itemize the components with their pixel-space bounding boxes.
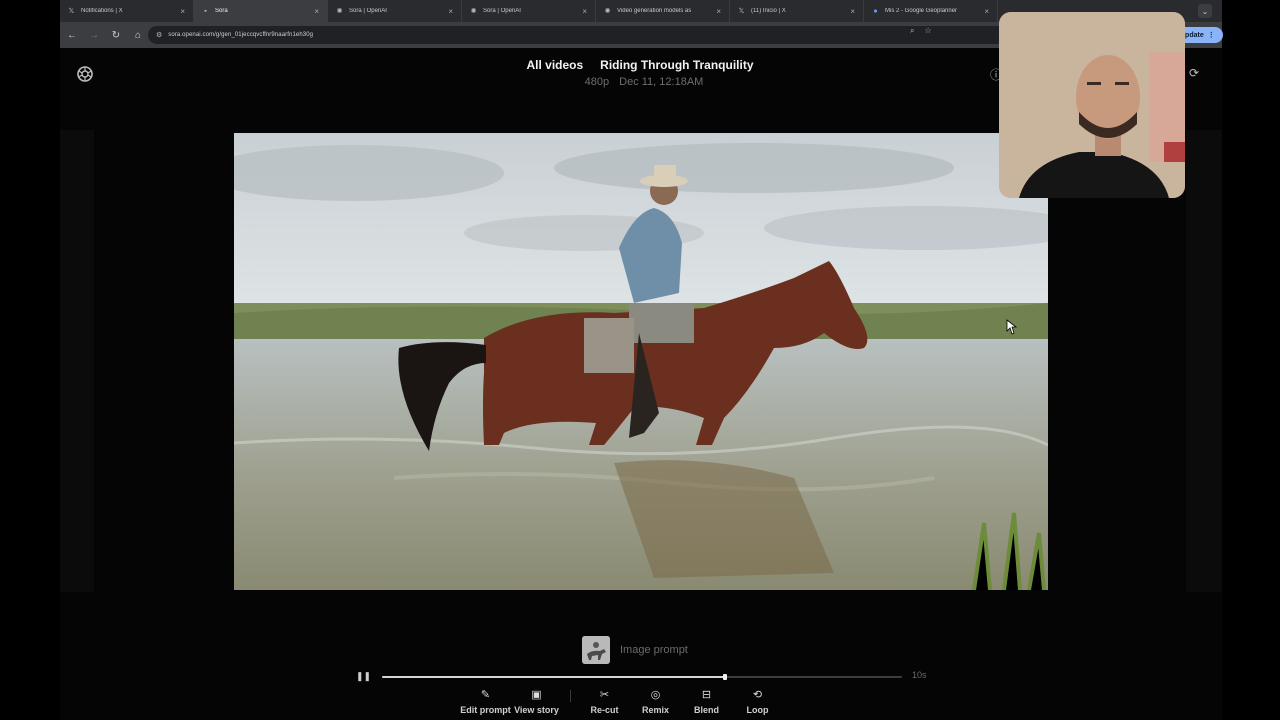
url-text: sora.openai.com/g/gen_01jeccqvcffnr9naar… xyxy=(168,32,314,38)
search-icon[interactable]: ⌕ xyxy=(910,26,914,36)
loop-icon: ⟲ xyxy=(752,688,763,701)
re-cut-button[interactable]: ✂ Re-cut xyxy=(579,686,630,716)
mouse-cursor-icon xyxy=(1006,319,1018,335)
tab-title: Mis 2 - Google Geoplanner xyxy=(885,8,958,14)
image-prompt-chip[interactable]: Image prompt xyxy=(582,636,688,664)
view-story-button[interactable]: ▣ View story xyxy=(511,686,562,716)
created-date: Dec 11, 12:18AM xyxy=(619,76,704,88)
tab-title: Notifications | X xyxy=(81,8,123,14)
more-options-icon[interactable]: ⟳ xyxy=(1189,66,1205,82)
previous-video-panel[interactable] xyxy=(60,130,94,592)
close-icon[interactable]: × xyxy=(314,7,319,16)
home-icon[interactable]: ⌂ xyxy=(128,25,148,45)
tab-title: Sora xyxy=(215,8,228,14)
scissors-icon: ✂ xyxy=(599,688,610,701)
close-icon[interactable]: × xyxy=(716,7,721,16)
address-bar[interactable]: ⚙ sora.openai.com/g/gen_01jeccqvcffnr9na… xyxy=(148,26,1028,44)
blend-button[interactable]: ⊟ Blend xyxy=(681,686,732,716)
progress-handle[interactable] xyxy=(723,674,728,680)
edit-prompt-button[interactable]: ✎ Edit prompt xyxy=(460,686,511,716)
close-icon[interactable]: × xyxy=(582,7,587,16)
image-prompt-thumbnail xyxy=(582,636,610,664)
tab-title: Video generation models as xyxy=(617,8,692,14)
tab-title: Sora | OpenAI xyxy=(349,8,387,14)
playback-controls: ❚❚ 10s xyxy=(352,670,942,684)
webcam-overlay xyxy=(999,12,1185,198)
sora-logo-icon: ▪ xyxy=(204,7,207,15)
tab-search-icon[interactable]: ⌄ xyxy=(1198,4,1212,18)
browser-tab[interactable]: ✺ Video generation models as × xyxy=(596,0,730,22)
browser-tab-active[interactable]: ▪ Sora × xyxy=(194,0,328,22)
all-videos-link[interactable]: All videos xyxy=(526,58,583,72)
progress-track[interactable] xyxy=(382,674,902,680)
remix-icon: ◎ xyxy=(650,688,661,701)
browser-tab[interactable]: ● Mis 2 - Google Geoplanner × xyxy=(864,0,998,22)
openai-logo-icon: ✺ xyxy=(470,8,477,15)
re-cut-label: Re-cut xyxy=(590,705,619,715)
pencil-icon: ✎ xyxy=(480,688,491,701)
remix-label: Remix xyxy=(641,705,669,715)
forward-arrow-icon[interactable]: → xyxy=(84,25,104,45)
browser-tab[interactable]: ✺ Sora | OpenAI × xyxy=(462,0,596,22)
presenter-avatar xyxy=(999,12,1185,198)
view-story-label: View story xyxy=(514,705,559,715)
video-player[interactable] xyxy=(234,133,1048,590)
storyboard-icon: ▣ xyxy=(531,688,542,701)
tab-title: (11) Inicio | X xyxy=(751,8,786,14)
loop-button[interactable]: ⟲ Loop xyxy=(732,686,783,716)
next-video-panel[interactable] xyxy=(1186,130,1222,592)
remix-button[interactable]: ◎ Remix xyxy=(630,686,681,716)
x-logo-icon: 𝕏 xyxy=(68,8,75,15)
tab-title: Sora | OpenAI xyxy=(483,8,521,14)
loop-label: Loop xyxy=(746,705,769,715)
omnibox-actions: ⌕ ☆ xyxy=(910,26,932,36)
video-action-bar: ✎ Edit prompt ▣ View story ✂ Re-cut ◎ Re… xyxy=(460,686,783,720)
close-icon[interactable]: × xyxy=(180,7,185,16)
edit-prompt-label: Edit prompt xyxy=(460,705,511,715)
reload-icon[interactable]: ↻ xyxy=(106,25,126,45)
google-icon: ● xyxy=(873,7,878,15)
divider xyxy=(570,690,571,702)
blend-icon: ⊟ xyxy=(701,688,712,701)
pause-icon[interactable]: ❚❚ xyxy=(356,671,371,683)
openai-logo-icon: ✺ xyxy=(604,8,611,15)
video-frame-horse-rider xyxy=(234,133,1048,590)
video-duration: 10s xyxy=(912,670,927,680)
blend-label: Blend xyxy=(693,705,719,715)
browser-tab[interactable]: 𝕏 (11) Inicio | X × xyxy=(730,0,864,22)
x-logo-icon: 𝕏 xyxy=(738,8,745,15)
site-info-icon[interactable]: ⚙ xyxy=(156,31,162,39)
image-prompt-label: Image prompt xyxy=(620,644,688,656)
progress-fill xyxy=(382,676,726,678)
openai-logo-icon: ✺ xyxy=(336,8,343,15)
close-icon[interactable]: × xyxy=(984,7,989,16)
resolution-label: 480p xyxy=(584,76,610,88)
close-icon[interactable]: × xyxy=(448,7,453,16)
back-arrow-icon[interactable]: ← xyxy=(62,25,82,45)
browser-tab[interactable]: 𝕏 Notifications | X × xyxy=(60,0,194,22)
close-icon[interactable]: × xyxy=(850,7,855,16)
video-title: Riding Through Tranquility xyxy=(600,58,754,72)
browser-tab[interactable]: ✺ Sora | OpenAI × xyxy=(328,0,462,22)
bookmark-star-icon[interactable]: ☆ xyxy=(924,26,931,36)
